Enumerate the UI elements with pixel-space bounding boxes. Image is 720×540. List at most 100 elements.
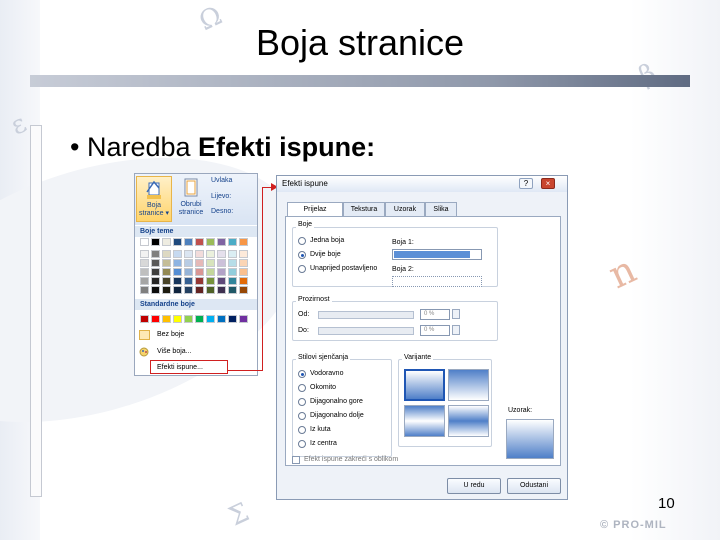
variant-swatch[interactable] <box>448 405 489 437</box>
to-value[interactable]: 0 % <box>420 325 450 336</box>
color-swatch[interactable] <box>195 259 204 267</box>
color-swatch[interactable] <box>239 268 248 276</box>
color-swatch[interactable] <box>151 250 160 258</box>
from-corner-radio[interactable] <box>298 426 306 434</box>
color-swatch[interactable] <box>228 268 237 276</box>
color-swatch[interactable] <box>195 315 204 323</box>
color-swatch[interactable] <box>206 268 215 276</box>
color-swatch[interactable] <box>162 259 171 267</box>
color-swatch[interactable] <box>195 238 204 246</box>
color-swatch[interactable] <box>173 250 182 258</box>
help-button[interactable]: ? <box>519 178 533 189</box>
close-button[interactable]: × <box>541 178 555 189</box>
color-swatch[interactable] <box>140 277 149 285</box>
color-swatch[interactable] <box>239 238 248 246</box>
color-swatch[interactable] <box>184 250 193 258</box>
color-swatch[interactable] <box>195 250 204 258</box>
color-swatch[interactable] <box>217 286 226 294</box>
color-swatch[interactable] <box>206 277 215 285</box>
color-swatch[interactable] <box>206 286 215 294</box>
color-swatch[interactable] <box>217 315 226 323</box>
variant-swatch[interactable] <box>448 369 489 401</box>
from-spinner[interactable] <box>452 309 460 319</box>
color-swatch[interactable] <box>217 277 226 285</box>
cancel-button[interactable]: Odustani <box>507 478 561 494</box>
color-swatch[interactable] <box>217 268 226 276</box>
color-swatch[interactable] <box>140 259 149 267</box>
indent-right[interactable]: Desno: <box>211 208 233 215</box>
tab-texture[interactable]: Tekstura <box>343 202 385 217</box>
color-swatch[interactable] <box>184 268 193 276</box>
rotate-with-shape-checkbox[interactable] <box>292 456 300 464</box>
from-center-radio[interactable] <box>298 440 306 448</box>
color-swatch[interactable] <box>239 315 248 323</box>
color-swatch[interactable] <box>162 238 171 246</box>
page-color-button[interactable]: Boja stranice ▾ <box>136 176 172 222</box>
color-swatch[interactable] <box>195 286 204 294</box>
color-swatch[interactable] <box>184 277 193 285</box>
color-swatch[interactable] <box>151 286 160 294</box>
color-swatch[interactable] <box>151 268 160 276</box>
color-swatch[interactable] <box>206 315 215 323</box>
variant-swatch[interactable] <box>404 405 445 437</box>
color-swatch[interactable] <box>184 286 193 294</box>
diagonal-up-radio[interactable] <box>298 398 306 406</box>
color-swatch[interactable] <box>239 250 248 258</box>
color-swatch[interactable] <box>206 250 215 258</box>
color-swatch[interactable] <box>217 250 226 258</box>
horizontal-radio[interactable] <box>298 370 306 378</box>
color-swatch[interactable] <box>184 259 193 267</box>
tab-picture[interactable]: Slika <box>425 202 457 217</box>
color-swatch[interactable] <box>173 277 182 285</box>
color-swatch[interactable] <box>162 250 171 258</box>
from-slider[interactable] <box>318 311 414 319</box>
color-swatch[interactable] <box>217 259 226 267</box>
color-swatch[interactable] <box>151 315 160 323</box>
color-swatch[interactable] <box>173 286 182 294</box>
color-swatch[interactable] <box>195 268 204 276</box>
one-color-radio[interactable] <box>298 237 306 245</box>
two-colors-radio[interactable] <box>298 251 306 259</box>
page-borders-button[interactable]: Obrubi stranice <box>173 176 209 222</box>
color-swatch[interactable] <box>228 259 237 267</box>
color-swatch[interactable] <box>140 286 149 294</box>
vertical-radio[interactable] <box>298 384 306 392</box>
color-swatch[interactable] <box>173 259 182 267</box>
color-swatch[interactable] <box>184 238 193 246</box>
color-swatch[interactable] <box>228 286 237 294</box>
color-swatch[interactable] <box>228 277 237 285</box>
color2-dropdown[interactable] <box>392 276 482 287</box>
color-swatch[interactable] <box>228 238 237 246</box>
ok-button[interactable]: U redu <box>447 478 501 494</box>
color-swatch[interactable] <box>162 315 171 323</box>
color-swatch[interactable] <box>173 315 182 323</box>
diagonal-down-radio[interactable] <box>298 412 306 420</box>
color-swatch[interactable] <box>140 268 149 276</box>
color-swatch[interactable] <box>228 315 237 323</box>
to-spinner[interactable] <box>452 325 460 335</box>
color-swatch[interactable] <box>239 277 248 285</box>
color-swatch[interactable] <box>162 277 171 285</box>
to-slider[interactable] <box>318 327 414 335</box>
color1-dropdown[interactable] <box>392 249 482 260</box>
color-swatch[interactable] <box>151 238 160 246</box>
indent-left[interactable]: Lijevo: <box>211 193 231 200</box>
color-swatch[interactable] <box>151 259 160 267</box>
from-value[interactable]: 0 % <box>420 309 450 320</box>
color-swatch[interactable] <box>140 238 149 246</box>
preset-radio[interactable] <box>298 265 306 273</box>
color-swatch[interactable] <box>206 238 215 246</box>
color-swatch[interactable] <box>239 259 248 267</box>
color-swatch[interactable] <box>162 268 171 276</box>
color-swatch[interactable] <box>173 268 182 276</box>
color-swatch[interactable] <box>151 277 160 285</box>
color-swatch[interactable] <box>195 277 204 285</box>
color-swatch[interactable] <box>140 315 149 323</box>
color-swatch[interactable] <box>228 250 237 258</box>
color-swatch[interactable] <box>173 238 182 246</box>
color-swatch[interactable] <box>217 238 226 246</box>
more-colors-item[interactable]: Više boja... <box>135 345 257 359</box>
color-swatch[interactable] <box>239 286 248 294</box>
color-swatch[interactable] <box>206 259 215 267</box>
color-swatch[interactable] <box>162 286 171 294</box>
